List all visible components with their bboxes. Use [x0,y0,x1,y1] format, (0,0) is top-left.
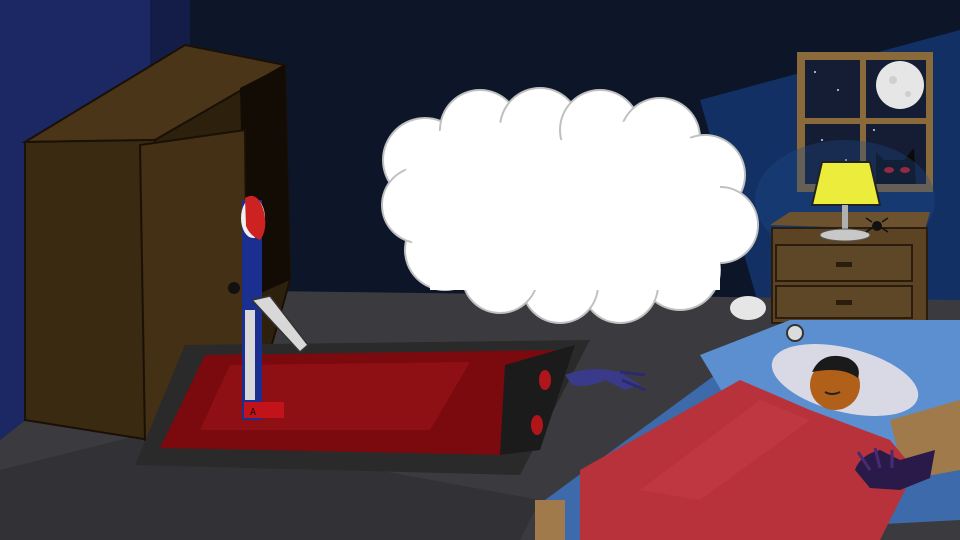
svg-text:A: A [250,407,256,418]
bedroom-scene: A [0,0,960,540]
moon-icon [876,61,924,109]
slipper [730,296,766,320]
wardrobe-knob [228,282,240,294]
bedpost-knob [786,324,804,342]
game-viewport[interactable]: A [0,0,960,540]
